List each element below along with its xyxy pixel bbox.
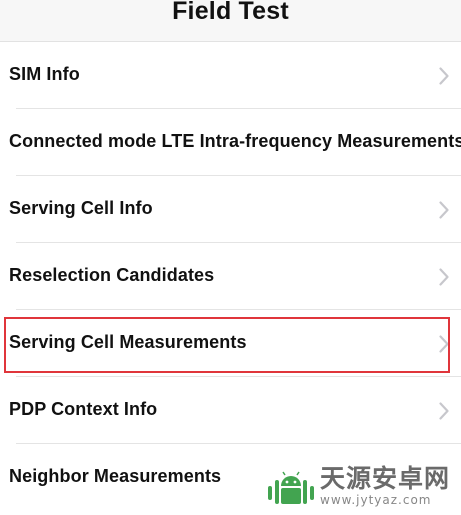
- page-title: Field Test: [172, 0, 289, 25]
- list-item-serving-cell-measurements[interactable]: Serving Cell Measurements: [0, 310, 461, 377]
- list-item-reselection-candidates[interactable]: Reselection Candidates: [0, 243, 461, 310]
- navigation-bar: Field Test: [0, 0, 461, 42]
- list-item-label: PDP Context Info: [9, 398, 158, 419]
- watermark-name: 天源安卓网: [320, 464, 451, 493]
- list-item-label: Reselection Candidates: [9, 264, 215, 285]
- chevron-right-icon: [439, 334, 449, 353]
- chevron-right-icon: [439, 66, 449, 85]
- android-logo-icon: [268, 471, 314, 504]
- site-watermark: 天源安卓网 www.jytyaz.com: [266, 462, 456, 510]
- list-item-lte-intra-frequency[interactable]: Connected mode LTE Intra-frequency Measu…: [0, 109, 461, 176]
- list-item-serving-cell-info[interactable]: Serving Cell Info: [0, 176, 461, 243]
- list-item-label: Serving Cell Info: [9, 197, 153, 218]
- chevron-right-icon: [439, 401, 449, 420]
- list-item-label: SIM Info: [9, 63, 80, 84]
- chevron-right-icon: [439, 200, 449, 219]
- list-item-label: Neighbor Measurements: [9, 465, 222, 486]
- list-item-label: Serving Cell Measurements: [9, 331, 247, 352]
- watermark-url: www.jytyaz.com: [320, 493, 432, 507]
- chevron-right-icon: [439, 267, 449, 286]
- list-item-pdp-context-info[interactable]: PDP Context Info: [0, 377, 461, 444]
- list-item-sim-info[interactable]: SIM Info: [0, 42, 461, 109]
- list-item-label: Connected mode LTE Intra-frequency Measu…: [9, 130, 461, 151]
